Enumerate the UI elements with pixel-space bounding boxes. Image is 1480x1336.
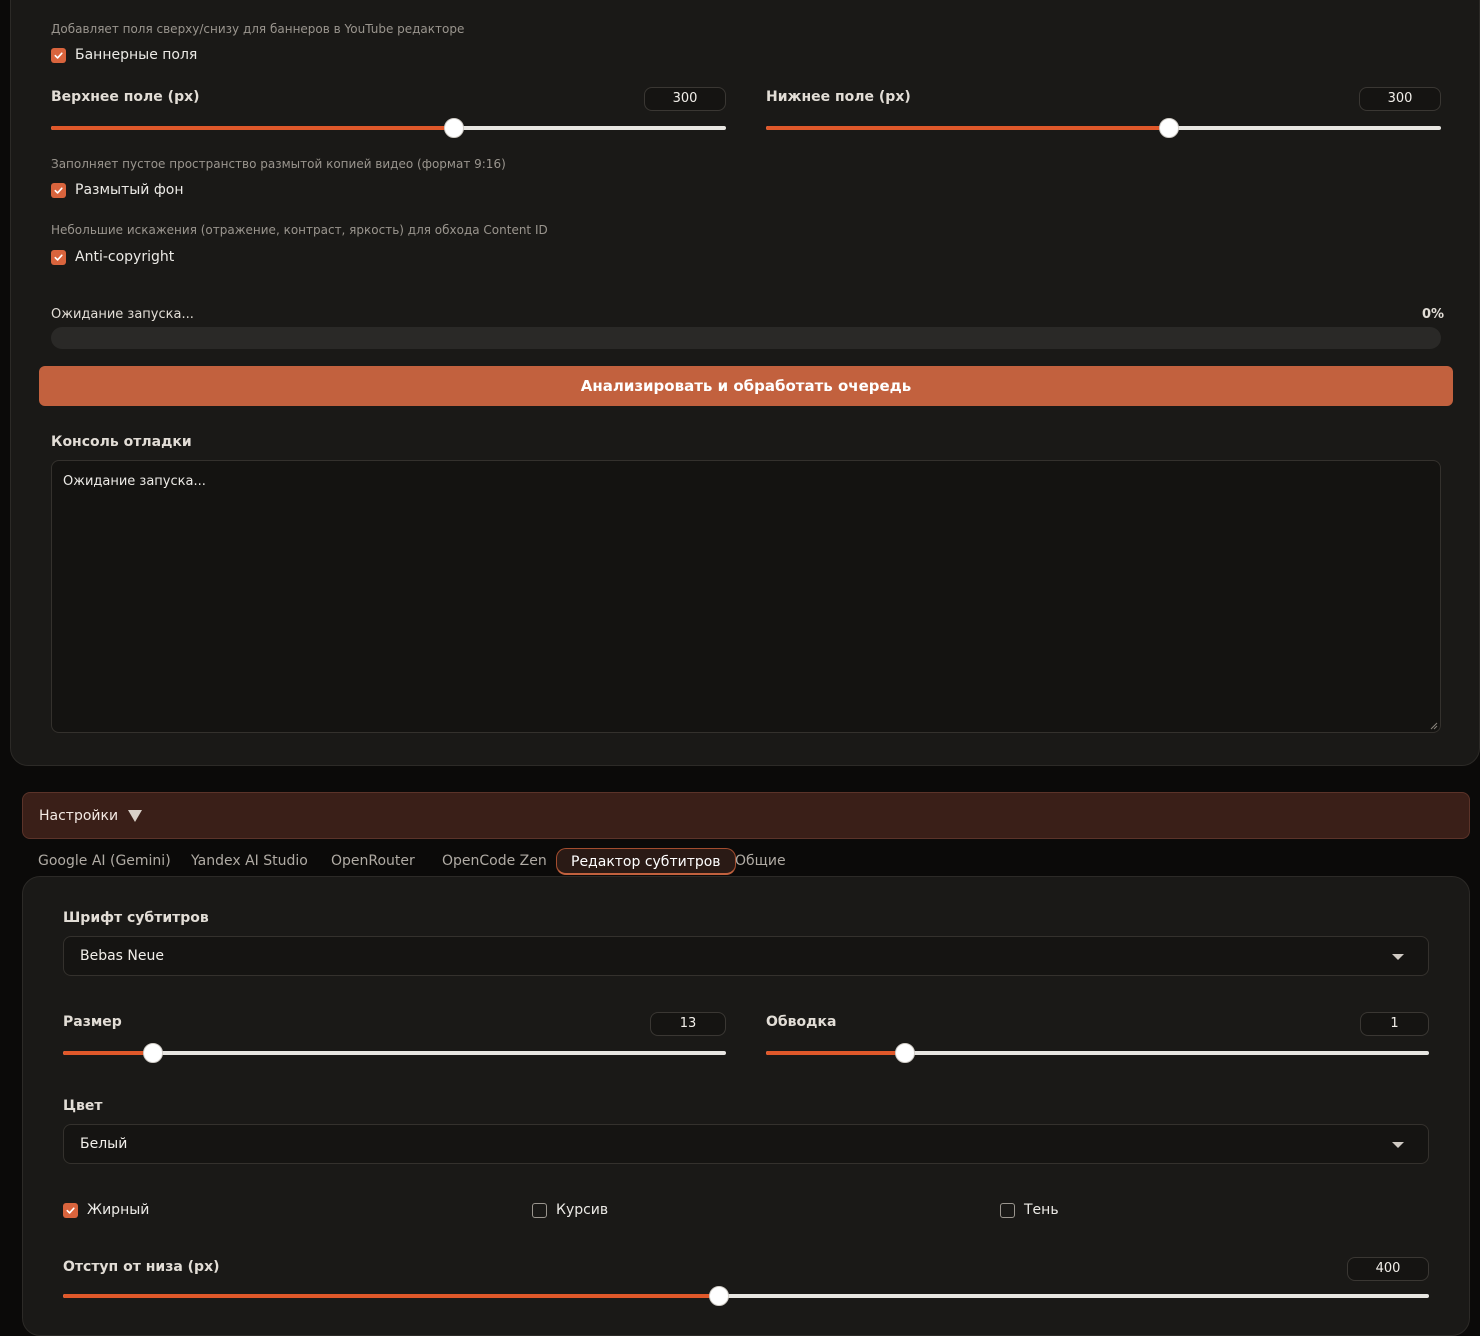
shadow-label: Тень <box>1024 1202 1059 1218</box>
caret-down-icon <box>1392 1142 1404 1148</box>
debug-console[interactable]: Ожидание запуска... <box>51 460 1441 733</box>
top-margin-slider-fill <box>51 126 454 130</box>
offset-label: Отступ от низа (px) <box>63 1259 220 1275</box>
font-select-value: Bebas Neue <box>80 948 164 964</box>
shadow-checkbox[interactable]: Тень <box>1000 1202 1059 1218</box>
bottom-margin-slider[interactable] <box>766 118 1441 138</box>
italic-checkbox[interactable]: Курсив <box>532 1202 608 1218</box>
stroke-slider-fill <box>766 1051 906 1055</box>
shadow-checkbox-box[interactable] <box>1000 1202 1015 1218</box>
blur-background-checkbox[interactable]: Размытый фон <box>51 182 184 198</box>
bold-check-icon[interactable] <box>63 1202 78 1218</box>
blur-hint: Заполняет пустое пространство размытой к… <box>51 157 506 171</box>
bottom-margin-slider-fill <box>766 126 1169 130</box>
offset-slider-fill <box>63 1294 719 1298</box>
anticopyright-check-icon[interactable] <box>51 249 66 265</box>
tab-opencode-zen[interactable]: OpenCode Zen <box>442 848 547 875</box>
progress-percent: 0% <box>1422 307 1445 322</box>
tab-subtitle-editor[interactable]: Редактор субтитров <box>556 848 736 875</box>
resize-handle-icon[interactable] <box>1430 722 1438 730</box>
size-slider-handle[interactable] <box>142 1043 163 1063</box>
offset-input[interactable]: 400 <box>1347 1257 1429 1281</box>
offset-slider[interactable] <box>63 1286 1429 1306</box>
bold-checkbox[interactable]: Жирный <box>63 1202 149 1218</box>
console-label: Консоль отладки <box>51 434 192 450</box>
top-margin-slider-handle[interactable] <box>443 118 464 138</box>
tab-general[interactable]: Общие <box>735 848 786 875</box>
blur-background-label: Размытый фон <box>75 182 184 198</box>
settings-accordion[interactable]: Настройки <box>22 792 1470 839</box>
banner-fields-checkbox[interactable]: Баннерные поля <box>51 47 197 63</box>
console-text: Ожидание запуска... <box>63 474 206 489</box>
bold-label: Жирный <box>87 1202 150 1218</box>
banner-fields-label: Баннерные поля <box>75 47 198 63</box>
top-margin-slider[interactable] <box>51 118 726 138</box>
stroke-label: Обводка <box>766 1014 837 1030</box>
anticopyright-hint: Небольшие искажения (отражение, контраст… <box>51 223 548 237</box>
stroke-input[interactable]: 1 <box>1360 1012 1429 1036</box>
bottom-margin-label: Нижнее поле (px) <box>766 89 911 105</box>
progress-status: Ожидание запуска... <box>51 307 194 322</box>
bottom-margin-input[interactable]: 300 <box>1359 87 1441 111</box>
italic-label: Курсив <box>556 1202 609 1218</box>
anticopyright-label: Anti-copyright <box>75 249 175 265</box>
blur-check-icon[interactable] <box>51 182 66 198</box>
bottom-margin-slider-handle[interactable] <box>1158 118 1179 138</box>
size-label: Размер <box>63 1014 122 1030</box>
stroke-slider[interactable] <box>766 1043 1429 1063</box>
banner-hint: Добавляет поля сверху/снизу для баннеров… <box>51 22 465 36</box>
size-slider[interactable] <box>63 1043 726 1063</box>
font-select[interactable]: Bebas Neue <box>63 936 1429 976</box>
progress-bar <box>51 327 1441 349</box>
tab-yandex-ai-studio[interactable]: Yandex AI Studio <box>191 848 308 875</box>
color-select[interactable]: Белый <box>63 1124 1429 1164</box>
offset-slider-handle[interactable] <box>708 1286 729 1306</box>
top-margin-label: Верхнее поле (px) <box>51 89 200 105</box>
italic-checkbox-box[interactable] <box>532 1202 547 1218</box>
analyze-process-button[interactable]: Анализировать и обработать очередь <box>39 366 1453 406</box>
color-select-value: Белый <box>80 1136 128 1152</box>
triangle-down-icon <box>128 809 143 822</box>
color-label: Цвет <box>63 1098 103 1114</box>
top-margin-input[interactable]: 300 <box>644 87 726 111</box>
caret-down-icon <box>1392 954 1404 960</box>
settings-title: Настройки <box>39 807 119 824</box>
size-slider-fill <box>63 1051 153 1055</box>
tab-google-ai[interactable]: Google AI (Gemini) <box>38 848 171 875</box>
size-input[interactable]: 13 <box>650 1012 726 1036</box>
banner-check-icon[interactable] <box>51 47 66 63</box>
tab-openrouter[interactable]: OpenRouter <box>331 848 415 875</box>
font-label: Шрифт субтитров <box>63 910 209 926</box>
anticopyright-checkbox[interactable]: Anti-copyright <box>51 249 174 265</box>
